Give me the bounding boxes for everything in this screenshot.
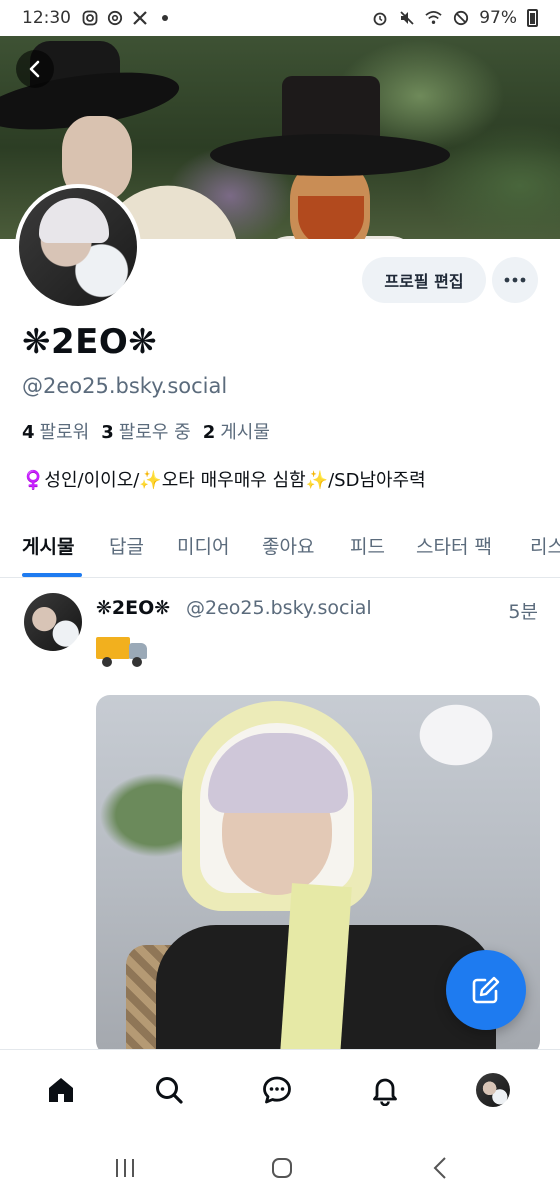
tab-replies[interactable]: 답글 — [109, 532, 144, 559]
back-chevron-icon — [433, 1157, 446, 1179]
back-system-button[interactable] — [420, 1153, 460, 1183]
chevron-left-icon — [29, 60, 40, 78]
delivery-truck-emoji — [96, 633, 148, 667]
tab-posts[interactable]: 게시물 — [22, 532, 74, 559]
profile-handle: @2eo25.bsky.social — [22, 374, 228, 398]
bell-icon — [373, 1078, 397, 1106]
posts-label: 게시물 — [220, 422, 270, 443]
nav-notifications[interactable] — [365, 1070, 405, 1110]
post-text — [96, 633, 148, 675]
posts-count: 2 — [202, 422, 216, 443]
home-circle-icon — [272, 1158, 292, 1178]
tab-likes[interactable]: 좋아요 — [262, 532, 314, 559]
dot-icon — [156, 10, 173, 27]
search-icon — [156, 1077, 183, 1104]
battery-icon — [527, 9, 538, 27]
profile-stats: 4 팔로워 3 팔로우 중 2 게시물 — [22, 418, 282, 444]
post-author-name[interactable]: ❋2EO❋ — [96, 597, 170, 619]
more-horizontal-icon — [504, 277, 526, 283]
image-scarf — [280, 883, 352, 1055]
status-right-icons: 97% — [371, 8, 538, 28]
recents-button[interactable] — [105, 1153, 145, 1183]
battery-percent: 97% — [479, 8, 517, 28]
tab-lists[interactable]: 리스트 — [530, 532, 560, 559]
home-system-button[interactable] — [262, 1153, 302, 1183]
mute-icon — [398, 10, 415, 27]
posts-stat: 2 게시물 — [203, 418, 270, 444]
avatar-hair — [39, 198, 109, 243]
nav-profile-avatar — [476, 1073, 510, 1107]
edit-profile-button[interactable]: 프로필 편집 — [362, 257, 486, 303]
post-timestamp: 5분 — [508, 601, 538, 623]
bottom-navigation — [0, 1049, 560, 1131]
dnd-icon — [452, 10, 469, 27]
nav-profile[interactable] — [473, 1070, 513, 1110]
banner-hat-brim-right — [210, 134, 450, 176]
following-stat[interactable]: 3 팔로우 중 — [101, 418, 191, 444]
back-button[interactable] — [16, 50, 54, 88]
compose-post-button[interactable] — [446, 950, 526, 1030]
banner-tiger-mask — [298, 196, 364, 239]
instagram-icon — [81, 10, 98, 27]
wifi-icon — [425, 10, 442, 27]
home-icon — [49, 1078, 73, 1102]
recents-icon — [116, 1159, 134, 1177]
followers-label: 팔로워 — [39, 422, 90, 443]
threads-icon — [106, 10, 123, 27]
tab-media[interactable]: 미디어 — [177, 532, 229, 559]
nav-chat[interactable] — [257, 1070, 297, 1110]
status-time: 12:30 — [22, 8, 71, 28]
profile-tabs: 게시물 답글 미디어 좋아요 피드 스타터 팩 리스트 — [0, 522, 560, 578]
followers-stat[interactable]: 4 팔로워 — [22, 418, 89, 444]
display-name: ❋2EO❋ — [22, 322, 158, 362]
profile-avatar[interactable] — [15, 184, 141, 310]
following-label: 팔로우 중 — [118, 422, 191, 443]
status-left-icons — [81, 10, 173, 27]
status-bar: 12:30 97% — [0, 0, 560, 36]
more-options-button[interactable] — [492, 257, 538, 303]
android-system-nav — [0, 1131, 560, 1200]
chat-icon — [263, 1076, 291, 1104]
post-author-handle[interactable]: @2eo25.bsky.social — [186, 597, 372, 619]
alarm-icon — [371, 10, 388, 27]
nav-search[interactable] — [149, 1070, 189, 1110]
following-count: 3 — [101, 422, 114, 443]
x-icon — [131, 10, 148, 27]
nav-home[interactable] — [41, 1070, 81, 1110]
compose-icon — [472, 976, 500, 1004]
profile-bio: ♀️성인/이이오/✨오타 매우매우 심함✨/SD남아주력 — [22, 470, 426, 491]
active-tab-indicator — [22, 573, 82, 577]
followers-count: 4 — [22, 422, 35, 443]
tab-feeds[interactable]: 피드 — [350, 532, 385, 559]
tab-starter-packs[interactable]: 스타터 팩 — [416, 532, 492, 559]
post-author-avatar[interactable] — [24, 593, 82, 651]
